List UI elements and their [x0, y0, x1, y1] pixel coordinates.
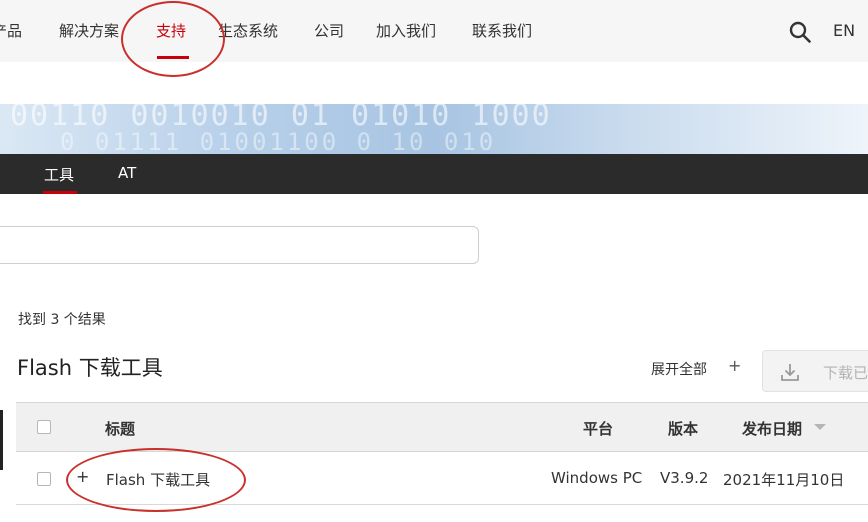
row-platform: Windows PC — [551, 469, 643, 487]
left-edge-divider — [0, 410, 3, 470]
column-header-title: 标题 — [105, 420, 136, 438]
column-header-platform: 平台 — [583, 420, 614, 438]
row-date: 2021年11月10日 — [723, 471, 845, 489]
search-input[interactable] — [0, 226, 479, 264]
banner-digits-secondary: 0 01111 01001100 0 10 010 — [60, 128, 497, 154]
tab-active-underline — [43, 191, 77, 194]
sub-navigation: 工具 AT — [0, 154, 868, 194]
sort-down-icon[interactable] — [814, 424, 826, 430]
section-title: Flash 下载工具 — [17, 356, 163, 380]
download-selected-label: 下载已 — [823, 364, 868, 382]
nav-item-ecosystem[interactable]: 生态系统 — [218, 20, 278, 41]
nav-active-underline — [157, 56, 189, 59]
nav-item-careers[interactable]: 加入我们 — [376, 20, 436, 41]
result-count: 找到 3 个结果 — [18, 312, 106, 328]
nav-item-products[interactable]: 产品 — [0, 20, 22, 41]
tab-tools[interactable]: 工具 — [44, 164, 74, 185]
row-title[interactable]: Flash 下载工具 — [106, 469, 210, 490]
select-all-checkbox[interactable] — [37, 420, 51, 434]
row-version: V3.9.2 — [660, 469, 709, 487]
row-checkbox[interactable] — [37, 472, 51, 486]
tab-at[interactable]: AT — [118, 164, 136, 182]
search-icon[interactable] — [789, 21, 811, 43]
nav-item-solutions[interactable]: 解决方案 — [59, 20, 119, 41]
row-expand-icon[interactable]: + — [76, 467, 89, 486]
nav-item-contact[interactable]: 联系我们 — [472, 20, 532, 41]
nav-item-support[interactable]: 支持 — [156, 20, 186, 41]
top-navigation: 产品 解决方案 支持 生态系统 公司 加入我们 联系我们 EN — [0, 0, 868, 62]
download-icon — [781, 364, 799, 381]
nav-item-company[interactable]: 公司 — [314, 20, 344, 41]
table-header — [16, 402, 868, 452]
column-header-date[interactable]: 发布日期 — [742, 418, 802, 439]
hero-banner: 00110 0010010 01 01010 1000 0 01111 0100… — [0, 104, 868, 154]
language-switch[interactable]: EN — [833, 21, 855, 40]
expand-all-plus-icon[interactable]: + — [728, 356, 741, 375]
expand-all-link[interactable]: 展开全部 — [651, 359, 707, 379]
column-header-version: 版本 — [668, 420, 699, 438]
